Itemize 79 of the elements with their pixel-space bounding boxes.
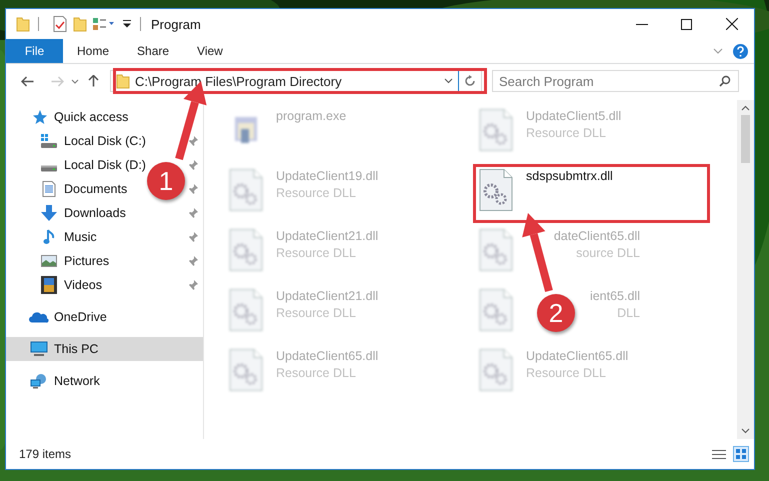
- close-icon: [726, 18, 738, 30]
- gear-file-icon: [229, 289, 263, 331]
- file-menu-button[interactable]: File: [6, 39, 63, 63]
- search-field[interactable]: Search Program: [492, 70, 739, 92]
- gear-file-icon: [479, 109, 513, 151]
- gear-file-icon: [229, 229, 263, 271]
- folder-icon[interactable]: [16, 16, 30, 32]
- dropdown-icon[interactable]: [444, 78, 452, 84]
- gear-file-icon: [479, 229, 513, 271]
- ribbon-tab[interactable]: Home: [63, 39, 124, 63]
- back-arrow-icon: [20, 76, 34, 86]
- nav-item[interactable]: Quick access: [54, 110, 128, 124]
- file-type: DLL: [617, 306, 640, 320]
- window-title: Program: [151, 16, 201, 32]
- nav-item[interactable]: Local Disk (C:): [64, 134, 146, 148]
- address-path: C:\Program Files\Program Directory: [135, 74, 342, 88]
- search-icon: [719, 75, 731, 87]
- folder-icon[interactable]: [73, 16, 87, 32]
- file-type: Resource DLL: [526, 366, 607, 380]
- file-type: Resource DLL: [276, 186, 357, 200]
- star-icon: [31, 109, 47, 125]
- properties-icon[interactable]: [53, 16, 67, 32]
- file-name[interactable]: sdspsubmtrx.dll: [526, 169, 613, 183]
- details-view-icon[interactable]: [712, 450, 726, 458]
- music-note-icon: [43, 229, 55, 245]
- download-icon: [40, 205, 58, 221]
- nav-item[interactable]: Network: [54, 374, 100, 388]
- pin-icon[interactable]: [188, 232, 198, 242]
- gear-file-icon: [479, 289, 513, 331]
- nav-item[interactable]: Documents: [64, 182, 128, 196]
- pin-icon[interactable]: [188, 208, 198, 218]
- pin-icon[interactable]: [188, 184, 198, 194]
- file-type: Resource DLL: [526, 126, 607, 140]
- ribbon-tab[interactable]: View: [183, 39, 237, 63]
- file-type: Resource DLL: [276, 306, 357, 320]
- chevron-down-icon: [71, 78, 79, 84]
- scrollbar[interactable]: [737, 100, 754, 439]
- cloud-icon: [29, 311, 49, 323]
- scroll-thumb[interactable]: [741, 115, 750, 163]
- item-count: 179 items: [19, 447, 72, 461]
- nav-item[interactable]: Music: [64, 230, 97, 244]
- nav-item[interactable]: Videos: [64, 278, 102, 292]
- nav-item[interactable]: Pictures: [64, 254, 110, 268]
- gear-file-icon: [229, 349, 263, 391]
- picture-icon: [41, 255, 57, 267]
- computer-icon: [30, 341, 48, 357]
- drive-icon: [40, 165, 58, 172]
- pin-icon[interactable]: [188, 136, 198, 146]
- gear-file-icon: [479, 349, 513, 391]
- large-icons-view-icon[interactable]: [734, 447, 748, 461]
- refresh-icon[interactable]: [464, 75, 476, 87]
- program-icon: [235, 117, 257, 143]
- document-icon: [42, 181, 56, 197]
- gear-file-icon: [229, 169, 263, 211]
- scroll-up-icon[interactable]: [741, 105, 750, 111]
- file-type: Resource DLL: [276, 366, 357, 380]
- forward-arrow-icon: [50, 76, 64, 86]
- gear-file-icon: [479, 169, 513, 211]
- file-type: source DLL: [576, 246, 640, 260]
- drive-icon: [40, 134, 58, 148]
- pin-icon[interactable]: [188, 256, 198, 266]
- file-type: Resource DLL: [276, 246, 357, 260]
- ribbon-tab[interactable]: Share: [123, 39, 184, 63]
- customize-toolbar-icon[interactable]: [122, 20, 132, 28]
- pin-icon[interactable]: [188, 280, 198, 290]
- folder-icon[interactable]: [116, 74, 130, 88]
- nav-item[interactable]: Local Disk (D:): [64, 158, 146, 172]
- network-icon: [30, 373, 48, 389]
- maximize-icon: [681, 18, 692, 30]
- pin-icon[interactable]: [188, 160, 198, 170]
- nav-item[interactable]: This PC: [54, 342, 98, 356]
- nav-item[interactable]: Downloads: [64, 206, 126, 220]
- up-arrow-icon: [88, 75, 98, 87]
- scroll-down-icon[interactable]: [741, 428, 750, 434]
- help-icon[interactable]: [733, 44, 748, 58]
- view-options-icon[interactable]: [93, 18, 116, 30]
- expand-ribbon-icon[interactable]: [713, 48, 723, 54]
- nav-item[interactable]: OneDrive: [54, 310, 107, 324]
- film-icon: [41, 276, 57, 294]
